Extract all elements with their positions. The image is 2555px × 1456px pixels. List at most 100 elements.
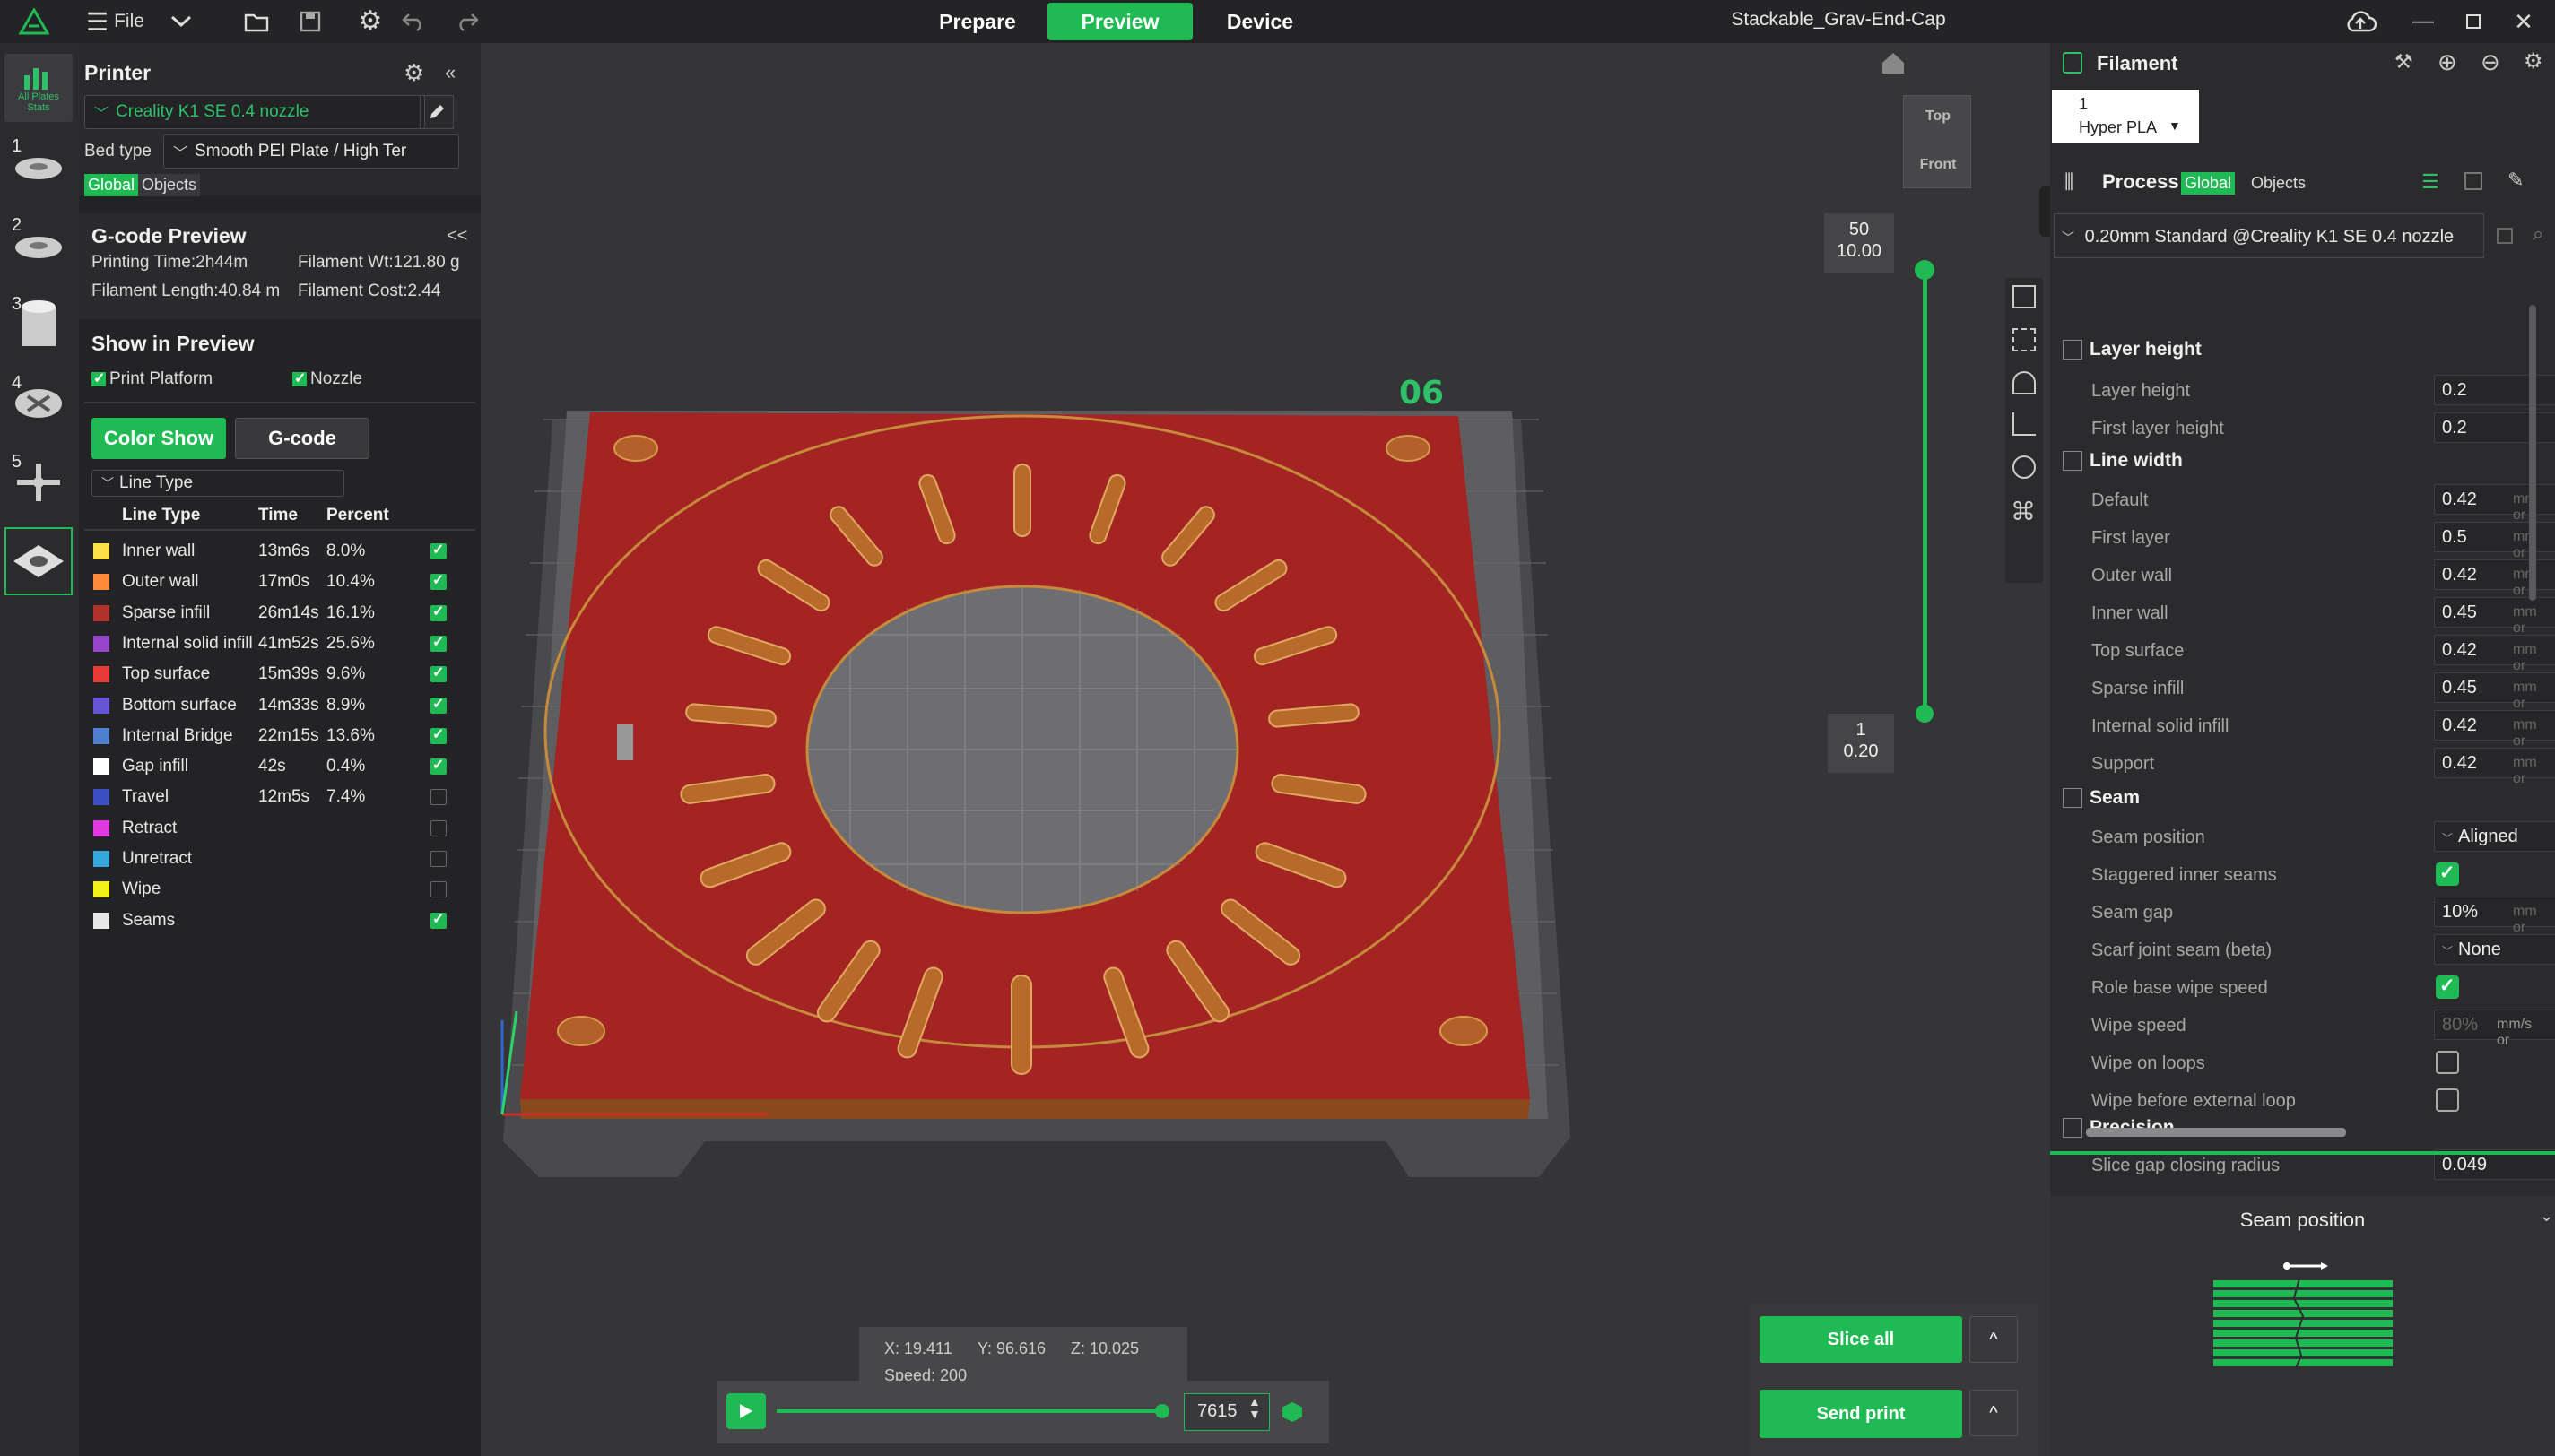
settings-horizontal-scrollbar[interactable]: [2086, 1128, 2346, 1137]
tab-preview[interactable]: Preview: [1047, 3, 1193, 40]
line-type-dropdown[interactable]: ﹀ Line Type: [91, 470, 344, 497]
collapse-gcode-button[interactable]: <<: [447, 226, 467, 247]
layer-slider-bottom-handle[interactable]: [1916, 705, 1934, 723]
line-type-visibility-checkbox[interactable]: [430, 789, 447, 806]
remove-filament-icon[interactable]: ⊖: [2481, 48, 2500, 76]
3d-viewport[interactable]: 06 Top Front 50 10.00 1 0.20 ⌘ X: 19.411…: [481, 43, 2050, 1456]
scarf-seam-select[interactable]: ﹀ None: [2434, 934, 2555, 965]
print-options-button[interactable]: ^: [1969, 1390, 2018, 1436]
setting-value-input[interactable]: 0.2: [2434, 375, 2555, 405]
header-percent: Percent: [326, 506, 389, 524]
settings-gear-icon[interactable]: ⚙: [355, 5, 386, 36]
command-icon[interactable]: ⌘: [2011, 497, 2036, 526]
line-type-visibility-checkbox[interactable]: [430, 571, 447, 591]
close-icon[interactable]: ✕: [2509, 7, 2538, 36]
collapse-left-icon[interactable]: «: [445, 61, 456, 84]
print-platform-checkbox[interactable]: Print Platform: [91, 369, 213, 389]
plate-thumb-3[interactable]: 3: [4, 290, 73, 359]
undo-icon[interactable]: [398, 7, 429, 36]
wipe-on-loops-checkbox[interactable]: [2436, 1051, 2459, 1074]
layer-slider-track[interactable]: [1923, 267, 1927, 714]
add-filament-icon[interactable]: ⊕: [2438, 48, 2457, 76]
search-icon[interactable]: ⌕: [2533, 222, 2543, 246]
line-type-visibility-checkbox[interactable]: [430, 633, 447, 652]
view-cube[interactable]: Top Front: [1903, 95, 1971, 188]
line-type-visibility-checkbox[interactable]: [430, 910, 447, 929]
line-type-visibility-checkbox[interactable]: [430, 819, 447, 836]
redo-icon[interactable]: [452, 7, 482, 36]
line-type-visibility-checkbox[interactable]: [430, 541, 447, 559]
cube-icon[interactable]: [1282, 1402, 1302, 1422]
tab-device[interactable]: Device: [1211, 3, 1309, 40]
plate-thumb-6[interactable]: 6: [4, 527, 73, 595]
line-type-visibility-checkbox[interactable]: [430, 756, 447, 776]
tab-prepare[interactable]: Prepare: [924, 3, 1031, 40]
line-type-time: 14m33s: [258, 695, 319, 715]
speed-gauge-icon[interactable]: [2012, 371, 2036, 394]
support-icon[interactable]: [2012, 412, 2036, 436]
layers-icon[interactable]: [2012, 285, 2036, 308]
save-icon[interactable]: [296, 7, 325, 36]
open-folder-icon[interactable]: [242, 7, 271, 36]
slice-options-button[interactable]: ^: [1969, 1316, 2018, 1363]
line-type-visibility-checkbox[interactable]: [430, 695, 447, 714]
plate-thumb-4[interactable]: 4: [4, 369, 73, 438]
filament-settings-icon[interactable]: ⚒: [2394, 50, 2412, 74]
filament-slot-1[interactable]: 1 Hyper PLA ▼: [2052, 90, 2199, 143]
group-line-width[interactable]: Line width: [2063, 450, 2183, 472]
line-type-visibility-checkbox[interactable]: [430, 851, 447, 867]
seam-icon[interactable]: [2012, 455, 2036, 479]
bed-type-select[interactable]: ﹀ Smooth PEI Plate / High Ter: [163, 134, 459, 169]
maximize-icon[interactable]: [2459, 7, 2488, 36]
line-type-visibility-checkbox[interactable]: [430, 663, 447, 683]
send-print-button[interactable]: Send print: [1760, 1390, 1962, 1438]
process-profile-select[interactable]: ﹀ 0.20mm Standard @Creality K1 SE 0.4 no…: [2054, 213, 2484, 258]
printer-settings-icon[interactable]: ⚙: [404, 59, 424, 87]
printer-profile-select[interactable]: ﹀ Creality K1 SE 0.4 nozzle: [84, 95, 425, 129]
all-plates-stats-button[interactable]: All Plates Stats: [4, 54, 73, 122]
grid-select-icon[interactable]: [2012, 328, 2036, 351]
move-slider-handle[interactable]: [1155, 1404, 1169, 1418]
play-button[interactable]: [726, 1393, 766, 1429]
plate-thumb-5[interactable]: 5: [4, 448, 73, 516]
line-type-visibility-checkbox[interactable]: [430, 725, 447, 744]
layer-slider-top-handle[interactable]: [1915, 260, 1934, 280]
group-layer-height[interactable]: Layer height: [2063, 339, 2202, 360]
nozzle-checkbox[interactable]: Nozzle: [292, 369, 362, 389]
file-menu-button[interactable]: ☰ File: [86, 7, 144, 36]
process-list-icon[interactable]: ☰: [2421, 170, 2439, 194]
group-seam[interactable]: Seam: [2063, 787, 2140, 809]
process-compare-icon[interactable]: [2464, 172, 2482, 190]
color-show-button[interactable]: Color Show: [91, 418, 226, 459]
process-settings-list[interactable]: Layer height Layer height 0.2 m First la…: [2050, 296, 2555, 1192]
line-type-visibility-checkbox[interactable]: [430, 602, 447, 621]
setting-value-input[interactable]: 0.2: [2434, 412, 2555, 443]
edit-printer-button[interactable]: [420, 95, 454, 129]
gcode-view-button[interactable]: G-code: [235, 418, 369, 459]
line-type-visibility-checkbox[interactable]: [430, 881, 447, 898]
staggered-seams-checkbox[interactable]: [2436, 862, 2459, 886]
expand-right-handle[interactable]: [2039, 186, 2050, 237]
plate-thumb-1[interactable]: 1: [4, 133, 73, 201]
process-scope-objects[interactable]: Objects: [2251, 174, 2306, 193]
settings-vertical-scrollbar[interactable]: [2529, 305, 2536, 601]
role-wipe-checkbox[interactable]: [2436, 975, 2459, 999]
chevron-down-icon[interactable]: [167, 7, 196, 36]
wipe-before-loop-checkbox[interactable]: [2436, 1088, 2459, 1112]
home-icon[interactable]: [1880, 50, 1912, 82]
scope-global-button[interactable]: Global: [84, 174, 139, 196]
process-scope-global[interactable]: Global: [2181, 172, 2236, 195]
cloud-upload-icon[interactable]: [2342, 5, 2378, 38]
process-wand-icon[interactable]: ✎: [2507, 169, 2524, 192]
minimize-icon[interactable]: —: [2409, 7, 2438, 36]
move-slider-track[interactable]: [777, 1409, 1160, 1413]
stepper-arrows-icon[interactable]: ▲ ▼: [1248, 1395, 1261, 1420]
seam-position-select[interactable]: ﹀ Aligned: [2434, 821, 2555, 852]
plate-thumb-2[interactable]: 2: [4, 212, 73, 280]
scope-objects-button[interactable]: Objects: [138, 174, 201, 196]
chevron-down-icon[interactable]: ⌄: [2540, 1207, 2553, 1226]
filament-gear-icon[interactable]: ⚙: [2524, 48, 2543, 74]
app-logo-icon[interactable]: [18, 5, 50, 38]
slice-all-button[interactable]: Slice all: [1760, 1316, 1962, 1363]
save-preset-icon[interactable]: [2497, 228, 2513, 244]
